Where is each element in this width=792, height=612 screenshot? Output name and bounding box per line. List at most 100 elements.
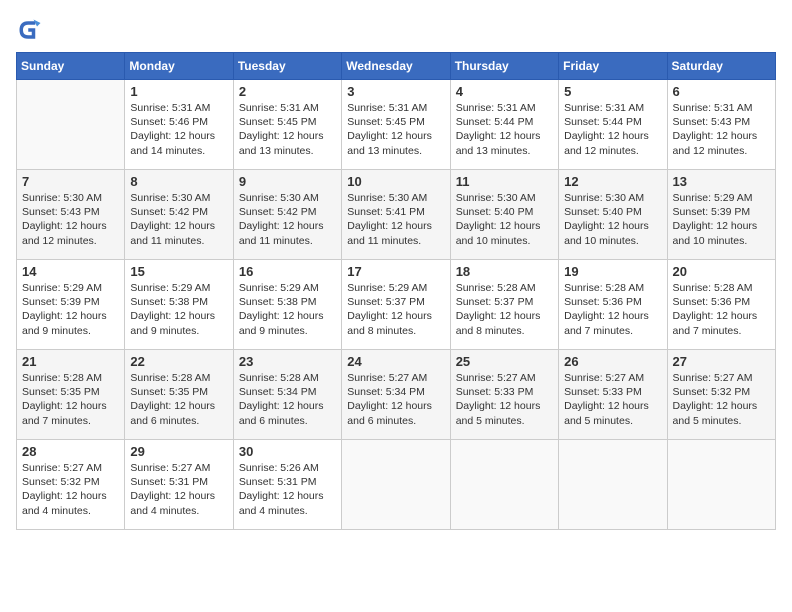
day-cell: 24Sunrise: 5:27 AMSunset: 5:34 PMDayligh… (342, 350, 450, 440)
day-cell: 25Sunrise: 5:27 AMSunset: 5:33 PMDayligh… (450, 350, 558, 440)
day-info: Sunrise: 5:29 AMSunset: 5:38 PMDaylight:… (239, 281, 336, 338)
day-cell: 11 Sunrise: 5:30 AMSunset: 5:40 PMDayligh… (450, 170, 558, 260)
logo (16, 16, 48, 44)
day-info: Sunrise: 5:28 AMSunset: 5:36 PMDaylight:… (673, 281, 770, 338)
day-number: 1 (130, 84, 227, 99)
page-header (16, 16, 776, 44)
day-info: Sunrise: 5:31 AMSunset: 5:44 PMDaylight:… (456, 101, 553, 158)
day-cell: 23 Sunrise: 5:28 AMSunset: 5:34 PMDayligh… (233, 350, 341, 440)
day-cell: 26 Sunrise: 5:27 AMSunset: 5:33 PMDayligh… (559, 350, 667, 440)
day-number: 17 (347, 264, 444, 279)
day-info: Sunrise: 5:31 AMSunset: 5:43 PMDaylight:… (673, 101, 770, 158)
day-info: Sunrise: 5:27 AMSunset: 5:31 PMDaylight:… (130, 461, 227, 518)
day-info: Sunrise: 5:29 AMSunset: 5:39 PMDaylight:… (22, 281, 119, 338)
day-cell: 18 Sunrise: 5:28 AMSunset: 5:37 PMDayligh… (450, 260, 558, 350)
day-number: 20 (673, 264, 770, 279)
header-cell-monday: Monday (125, 53, 233, 80)
day-info: Sunrise: 5:28 AMSunset: 5:34 PMDaylight:… (239, 371, 336, 428)
day-number: 11 (456, 174, 553, 189)
day-number: 8 (130, 174, 227, 189)
day-cell (667, 440, 775, 530)
day-info: Sunrise: 5:27 AMSunset: 5:33 PMDaylight:… (456, 371, 553, 428)
day-cell: 13Sunrise: 5:29 AMSunset: 5:39 PMDayligh… (667, 170, 775, 260)
header-cell-tuesday: Tuesday (233, 53, 341, 80)
day-number: 6 (673, 84, 770, 99)
header-row: SundayMondayTuesdayWednesdayThursdayFrid… (17, 53, 776, 80)
day-cell (559, 440, 667, 530)
day-info: Sunrise: 5:29 AMSunset: 5:38 PMDaylight:… (130, 281, 227, 338)
header-cell-wednesday: Wednesday (342, 53, 450, 80)
day-info: Sunrise: 5:30 AMSunset: 5:41 PMDaylight:… (347, 191, 444, 248)
day-number: 5 (564, 84, 661, 99)
day-cell: 7Sunrise: 5:30 AMSunset: 5:43 PMDaylight… (17, 170, 125, 260)
day-info: Sunrise: 5:28 AMSunset: 5:36 PMDaylight:… (564, 281, 661, 338)
week-row-2: 7Sunrise: 5:30 AMSunset: 5:43 PMDaylight… (17, 170, 776, 260)
day-number: 27 (673, 354, 770, 369)
day-cell: 10 Sunrise: 5:30 AMSunset: 5:41 PMDayligh… (342, 170, 450, 260)
day-cell: 5 Sunrise: 5:31 AMSunset: 5:44 PMDaylight… (559, 80, 667, 170)
week-row-5: 28 Sunrise: 5:27 AMSunset: 5:32 PMDayligh… (17, 440, 776, 530)
day-number: 29 (130, 444, 227, 459)
day-cell: 30Sunrise: 5:26 AMSunset: 5:31 PMDayligh… (233, 440, 341, 530)
day-info: Sunrise: 5:30 AMSunset: 5:40 PMDaylight:… (456, 191, 553, 248)
day-number: 18 (456, 264, 553, 279)
day-number: 15 (130, 264, 227, 279)
day-info: Sunrise: 5:29 AMSunset: 5:37 PMDaylight:… (347, 281, 444, 338)
day-info: Sunrise: 5:30 AMSunset: 5:42 PMDaylight:… (239, 191, 336, 248)
day-number: 28 (22, 444, 119, 459)
day-cell: 6 Sunrise: 5:31 AMSunset: 5:43 PMDaylight… (667, 80, 775, 170)
week-row-4: 21 Sunrise: 5:28 AMSunset: 5:35 PMDayligh… (17, 350, 776, 440)
day-number: 26 (564, 354, 661, 369)
day-info: Sunrise: 5:28 AMSunset: 5:37 PMDaylight:… (456, 281, 553, 338)
day-number: 30 (239, 444, 336, 459)
day-info: Sunrise: 5:27 AMSunset: 5:33 PMDaylight:… (564, 371, 661, 428)
day-cell (342, 440, 450, 530)
day-cell: 16 Sunrise: 5:29 AMSunset: 5:38 PMDayligh… (233, 260, 341, 350)
day-number: 9 (239, 174, 336, 189)
day-number: 14 (22, 264, 119, 279)
day-number: 7 (22, 174, 119, 189)
day-number: 3 (347, 84, 444, 99)
day-cell (450, 440, 558, 530)
day-info: Sunrise: 5:27 AMSunset: 5:32 PMDaylight:… (22, 461, 119, 518)
day-info: Sunrise: 5:31 AMSunset: 5:45 PMDaylight:… (239, 101, 336, 158)
day-info: Sunrise: 5:31 AMSunset: 5:46 PMDaylight:… (130, 101, 227, 158)
day-cell: 9 Sunrise: 5:30 AMSunset: 5:42 PMDaylight… (233, 170, 341, 260)
day-cell: 4 Sunrise: 5:31 AMSunset: 5:44 PMDaylight… (450, 80, 558, 170)
day-cell: 27Sunrise: 5:27 AMSunset: 5:32 PMDayligh… (667, 350, 775, 440)
day-cell: 2Sunrise: 5:31 AMSunset: 5:45 PMDaylight… (233, 80, 341, 170)
day-cell: 28 Sunrise: 5:27 AMSunset: 5:32 PMDayligh… (17, 440, 125, 530)
day-cell (17, 80, 125, 170)
day-number: 10 (347, 174, 444, 189)
day-cell: 29 Sunrise: 5:27 AMSunset: 5:31 PMDayligh… (125, 440, 233, 530)
day-number: 19 (564, 264, 661, 279)
week-row-3: 14 Sunrise: 5:29 AMSunset: 5:39 PMDayligh… (17, 260, 776, 350)
day-info: Sunrise: 5:27 AMSunset: 5:34 PMDaylight:… (347, 371, 444, 428)
calendar-table: SundayMondayTuesdayWednesdayThursdayFrid… (16, 52, 776, 530)
calendar-body: 1 Sunrise: 5:31 AMSunset: 5:46 PMDaylight… (17, 80, 776, 530)
day-cell: 12 Sunrise: 5:30 AMSunset: 5:40 PMDayligh… (559, 170, 667, 260)
day-info: Sunrise: 5:31 AMSunset: 5:44 PMDaylight:… (564, 101, 661, 158)
day-cell: 3 Sunrise: 5:31 AMSunset: 5:45 PMDaylight… (342, 80, 450, 170)
header-cell-sunday: Sunday (17, 53, 125, 80)
header-cell-friday: Friday (559, 53, 667, 80)
day-info: Sunrise: 5:30 AMSunset: 5:40 PMDaylight:… (564, 191, 661, 248)
day-info: Sunrise: 5:28 AMSunset: 5:35 PMDaylight:… (22, 371, 119, 428)
day-cell: 17 Sunrise: 5:29 AMSunset: 5:37 PMDayligh… (342, 260, 450, 350)
calendar-header: SundayMondayTuesdayWednesdayThursdayFrid… (17, 53, 776, 80)
day-info: Sunrise: 5:29 AMSunset: 5:39 PMDaylight:… (673, 191, 770, 248)
day-cell: 14 Sunrise: 5:29 AMSunset: 5:39 PMDayligh… (17, 260, 125, 350)
day-number: 21 (22, 354, 119, 369)
day-number: 12 (564, 174, 661, 189)
logo-icon (16, 16, 44, 44)
day-cell: 15 Sunrise: 5:29 AMSunset: 5:38 PMDayligh… (125, 260, 233, 350)
day-cell: 19 Sunrise: 5:28 AMSunset: 5:36 PMDayligh… (559, 260, 667, 350)
day-number: 4 (456, 84, 553, 99)
day-info: Sunrise: 5:31 AMSunset: 5:45 PMDaylight:… (347, 101, 444, 158)
day-cell: 8Sunrise: 5:30 AMSunset: 5:42 PMDaylight… (125, 170, 233, 260)
header-cell-saturday: Saturday (667, 53, 775, 80)
day-number: 16 (239, 264, 336, 279)
day-number: 23 (239, 354, 336, 369)
day-number: 22 (130, 354, 227, 369)
day-cell: 21 Sunrise: 5:28 AMSunset: 5:35 PMDayligh… (17, 350, 125, 440)
